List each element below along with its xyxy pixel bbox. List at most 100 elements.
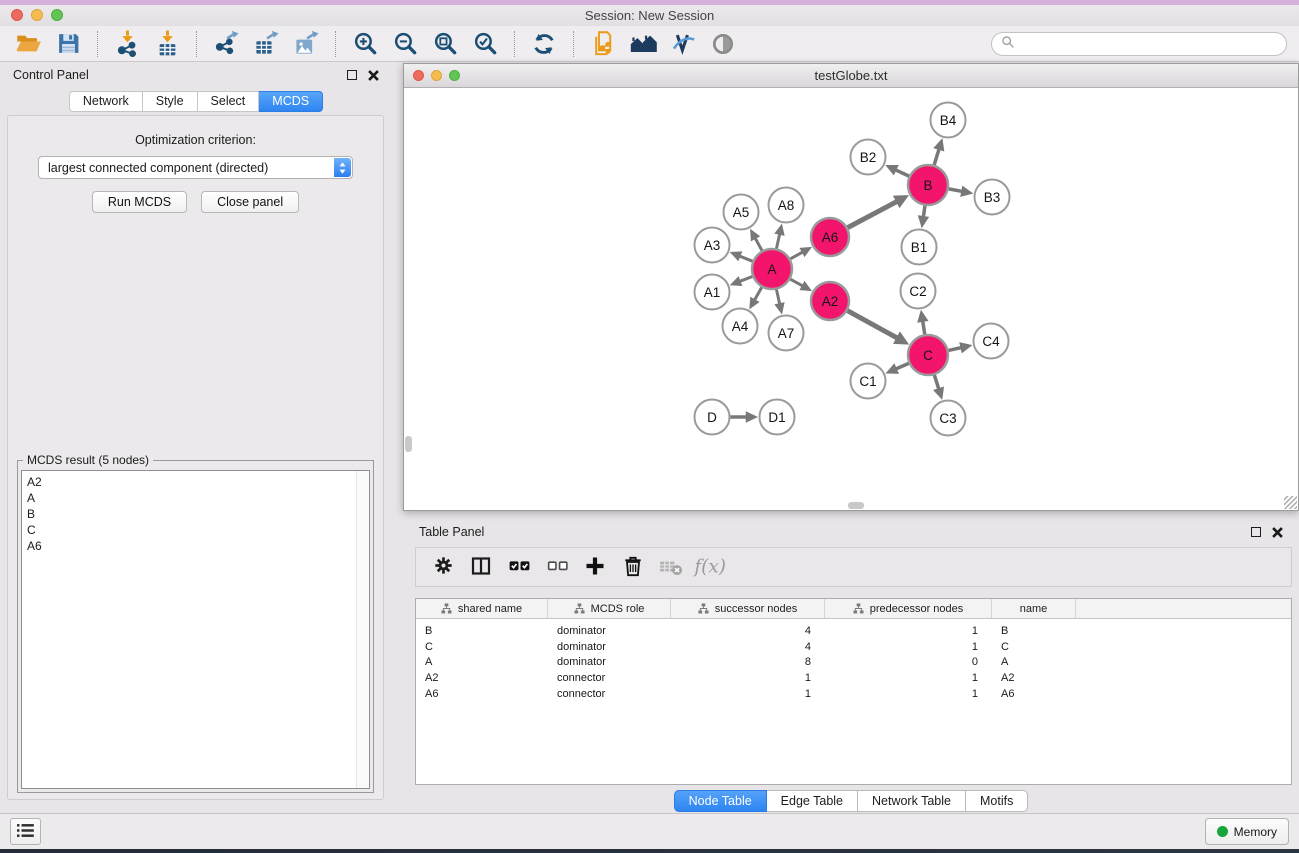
graph-edge-C-C4[interactable] (948, 342, 972, 353)
zoom-window-button[interactable] (51, 9, 63, 21)
tab-network[interactable]: Network (69, 91, 143, 112)
network-view-window[interactable]: testGlobe.txt AA1A2A3A4A5A6A7A8BB1B2B3B4… (403, 63, 1299, 511)
mcds-result-item[interactable]: A (27, 490, 369, 506)
mcds-result-item[interactable]: B (27, 506, 369, 522)
float-table-panel-icon[interactable] (1251, 527, 1261, 537)
zoom-selected-button[interactable] (467, 29, 503, 59)
hide-button[interactable] (665, 29, 701, 59)
graph-edge-A-A1[interactable] (730, 276, 753, 286)
graph-node-C4[interactable]: C4 (974, 324, 1009, 359)
graph-edge-C-C2[interactable] (917, 310, 928, 334)
table-row[interactable]: Bdominator41B (416, 623, 1291, 639)
graph-edge-A-A5[interactable] (750, 229, 762, 251)
tab-mcds[interactable]: MCDS (259, 91, 323, 112)
graph-node-C1[interactable]: C1 (851, 364, 886, 399)
network-zoom-button[interactable] (449, 70, 460, 81)
graph-edge-A2-C[interactable] (848, 311, 910, 345)
column-header-mcds-role[interactable]: MCDS role (548, 599, 671, 618)
network-window-titlebar[interactable]: testGlobe.txt (404, 64, 1298, 88)
tab-motifs[interactable]: Motifs (966, 790, 1028, 812)
tab-select[interactable]: Select (198, 91, 260, 112)
graph-node-D[interactable]: D (695, 400, 730, 435)
graph-node-A8[interactable]: A8 (769, 188, 804, 223)
graph-edge-B-B3[interactable] (949, 186, 974, 197)
close-window-button[interactable] (11, 9, 23, 21)
graph-node-A3[interactable]: A3 (695, 228, 730, 263)
graph-edge-A6-B[interactable] (848, 195, 909, 228)
horizontal-scrollbar-thumb[interactable] (848, 502, 864, 509)
resize-grip[interactable] (1284, 496, 1297, 509)
export-network-button[interactable] (208, 29, 244, 59)
graph-edge-B-B2[interactable] (885, 165, 909, 176)
graph-node-A5[interactable]: A5 (724, 195, 759, 230)
graph-edge-A-A8[interactable] (774, 224, 784, 249)
graph-edge-B-B1[interactable] (918, 206, 929, 228)
tab-style[interactable]: Style (143, 91, 198, 112)
network-canvas[interactable]: AA1A2A3A4A5A6A7A8BB1B2B3B4CC1C2C3C4DD1 (404, 88, 1298, 510)
search-input[interactable] (1020, 37, 1277, 51)
graph-node-A6[interactable]: A6 (811, 218, 849, 256)
close-panel-icon[interactable] (368, 70, 379, 81)
column-header-empty[interactable] (1076, 599, 1291, 618)
tab-network-table[interactable]: Network Table (858, 790, 966, 812)
graph-edge-A-A3[interactable] (730, 251, 753, 261)
mcds-result-item[interactable]: A2 (27, 474, 369, 490)
table-row[interactable]: A2connector11A2 (416, 670, 1291, 686)
select-all-button[interactable] (500, 551, 538, 583)
memory-button[interactable]: Memory (1205, 818, 1289, 845)
zoom-in-button[interactable] (347, 29, 383, 59)
column-header-name[interactable]: name (992, 599, 1076, 618)
add-button[interactable] (576, 551, 614, 583)
close-panel-button[interactable]: Close panel (201, 191, 299, 213)
trash-button[interactable] (614, 551, 652, 583)
import-network-button[interactable] (109, 29, 145, 59)
graph-edge-A-A6[interactable] (790, 247, 812, 259)
app-titlebar[interactable]: Session: New Session (0, 5, 1299, 26)
network-file-button[interactable] (585, 29, 621, 59)
graph-edge-B-B4[interactable] (933, 138, 944, 165)
column-header-successor-nodes[interactable]: successor nodes (671, 599, 825, 618)
run-mcds-button[interactable]: Run MCDS (92, 191, 187, 213)
table-row[interactable]: Cdominator41C (416, 639, 1291, 655)
mcds-result-item[interactable]: C (27, 522, 369, 538)
float-panel-icon[interactable] (347, 70, 357, 80)
zoom-fit-button[interactable] (427, 29, 463, 59)
network-close-button[interactable] (413, 70, 424, 81)
zoom-out-button[interactable] (387, 29, 423, 59)
graph-node-A2[interactable]: A2 (811, 282, 849, 320)
graph-node-C2[interactable]: C2 (901, 274, 936, 309)
eye-button[interactable] (705, 29, 741, 59)
graph-node-B3[interactable]: B3 (975, 180, 1010, 215)
save-button[interactable] (50, 29, 86, 59)
mcds-result-list[interactable]: A2ABCA6 (21, 470, 370, 789)
graph-edge-A-A4[interactable] (749, 287, 761, 309)
graph-node-A7[interactable]: A7 (769, 316, 804, 351)
column-header-predecessor-nodes[interactable]: predecessor nodes (825, 599, 992, 618)
graph-node-A1[interactable]: A1 (695, 275, 730, 310)
deselect-all-button[interactable] (538, 551, 576, 583)
graph-node-A[interactable]: A (752, 249, 792, 289)
task-history-button[interactable] (10, 818, 41, 845)
open-folder-button[interactable] (10, 29, 46, 59)
graph-edge-D-D1[interactable] (731, 411, 759, 423)
graph-edge-A-A7[interactable] (774, 290, 784, 315)
home-button[interactable] (625, 29, 661, 59)
graph-node-D1[interactable]: D1 (760, 400, 795, 435)
network-minimize-button[interactable] (431, 70, 442, 81)
fx-button[interactable]: f(x) (690, 551, 728, 583)
import-table-button[interactable] (149, 29, 185, 59)
graph-edge-C-C3[interactable] (933, 375, 944, 400)
gear-button[interactable] (424, 551, 462, 583)
graph-node-C[interactable]: C (908, 335, 948, 375)
search-box[interactable] (991, 32, 1287, 56)
close-table-panel-icon[interactable] (1272, 527, 1283, 538)
graph-node-A4[interactable]: A4 (723, 309, 758, 344)
minimize-window-button[interactable] (31, 9, 43, 21)
graph-edge-C-C1[interactable] (885, 363, 908, 374)
tab-edge-table[interactable]: Edge Table (767, 790, 858, 812)
table-row[interactable]: A6connector11A6 (416, 686, 1291, 702)
criterion-dropdown[interactable]: largest connected component (directed) (38, 156, 353, 179)
refresh-button[interactable] (526, 29, 562, 59)
delete-table-button[interactable] (652, 551, 690, 583)
graph-node-B1[interactable]: B1 (902, 230, 937, 265)
